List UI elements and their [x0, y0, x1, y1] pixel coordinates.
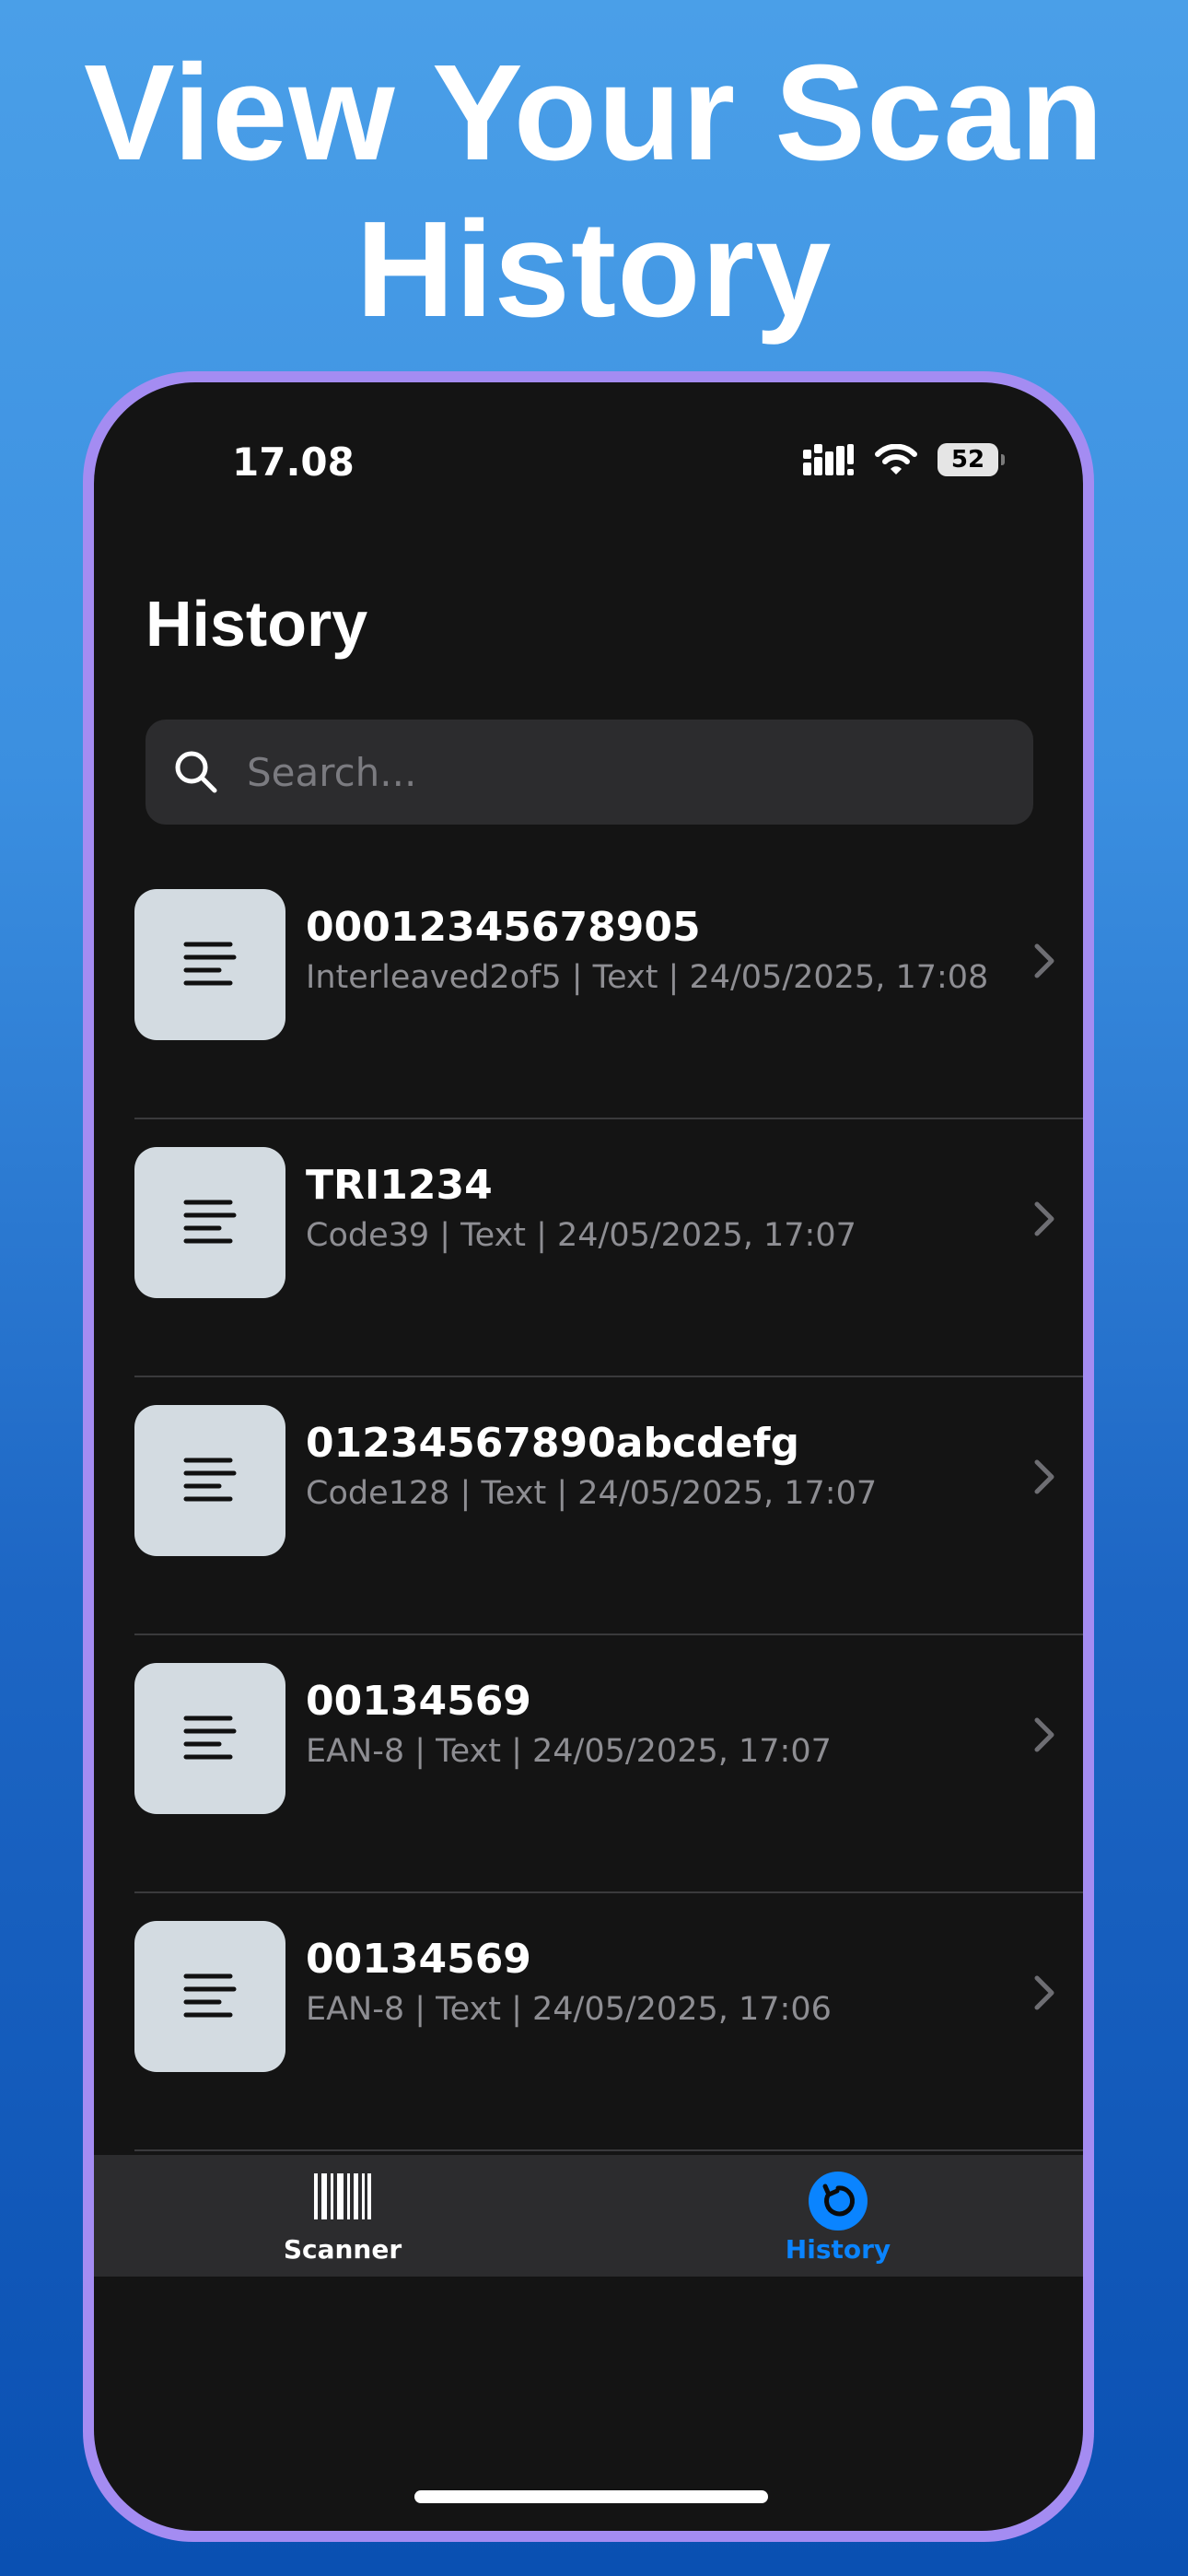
status-time: 17.08 — [232, 439, 355, 485]
text-lines-icon — [183, 942, 237, 986]
wifi-icon — [875, 444, 917, 474]
text-lines-icon — [183, 1458, 237, 1502]
history-row[interactable]: 00134569 EAN-8 | Text | 24/05/2025, 17:0… — [134, 1893, 1083, 2151]
history-row[interactable]: TRI1234 Code39 | Text | 24/05/2025, 17:0… — [134, 1119, 1083, 1377]
search-bar[interactable] — [146, 720, 1033, 825]
status-icons: 52 — [803, 443, 1005, 476]
page-title: History — [146, 588, 368, 660]
marketing-headline: View Your Scan History — [0, 35, 1188, 348]
scan-meta: Code39 | Text | 24/05/2025, 17:07 — [306, 1217, 856, 1254]
history-row[interactable]: 00134569 EAN-8 | Text | 24/05/2025, 17:0… — [134, 1635, 1083, 1893]
tab-history-label: History — [785, 2234, 891, 2265]
text-lines-icon — [183, 1973, 237, 2018]
history-row[interactable]: 00012345678905 Interleaved2of5 | Text | … — [134, 861, 1083, 1119]
phone-screen: 17.08 52 History Search... 0001234567890… — [94, 382, 1083, 2531]
text-type-thumbnail — [134, 1147, 285, 1298]
scan-meta: EAN-8 | Text | 24/05/2025, 17:06 — [306, 1991, 832, 2028]
chevron-right-icon — [1034, 1459, 1054, 1494]
tab-scanner-label: Scanner — [283, 2234, 402, 2265]
search-input[interactable] — [245, 748, 967, 796]
history-row[interactable]: 01234567890abcdefg Code128 | Text | 24/0… — [134, 1377, 1083, 1635]
search-icon — [175, 751, 217, 793]
scan-meta: EAN-8 | Text | 24/05/2025, 17:07 — [306, 1733, 832, 1770]
history-icon — [809, 2172, 868, 2231]
text-type-thumbnail — [134, 1921, 285, 2072]
home-indicator — [414, 2490, 768, 2503]
scan-value: TRI1234 — [306, 1162, 493, 1209]
chevron-right-icon — [1034, 1717, 1054, 1752]
headline-line-1: View Your Scan — [83, 37, 1105, 189]
scan-meta: Interleaved2of5 | Text | 24/05/2025, 17:… — [306, 959, 989, 996]
scan-value: 00012345678905 — [306, 904, 701, 951]
text-type-thumbnail — [134, 1405, 285, 1556]
scan-value: 01234567890abcdefg — [306, 1420, 800, 1467]
text-lines-icon — [183, 1715, 237, 1760]
text-type-thumbnail — [134, 889, 285, 1040]
text-lines-icon — [183, 1200, 237, 1244]
scan-meta: Code128 | Text | 24/05/2025, 17:07 — [306, 1475, 878, 1512]
chevron-right-icon — [1034, 943, 1054, 978]
tab-scanner[interactable]: Scanner — [204, 2155, 481, 2277]
chevron-right-icon — [1034, 1201, 1054, 1236]
text-type-thumbnail — [134, 1663, 285, 1814]
phone-frame: 17.08 52 History Search... 0001234567890… — [83, 371, 1094, 2542]
scan-value: 00134569 — [306, 1936, 531, 1983]
headline-line-2: History — [355, 193, 833, 345]
chevron-right-icon — [1034, 1975, 1054, 2010]
history-list: 00012345678905 Interleaved2of5 | Text | … — [94, 861, 1083, 2151]
cellular-signal-icon — [803, 444, 854, 475]
battery-icon: 52 — [938, 443, 1005, 476]
tab-history[interactable]: History — [700, 2155, 976, 2277]
barcode-icon — [314, 2173, 371, 2219]
scan-value: 00134569 — [306, 1678, 531, 1725]
tab-bar: Scanner History — [94, 2155, 1083, 2277]
